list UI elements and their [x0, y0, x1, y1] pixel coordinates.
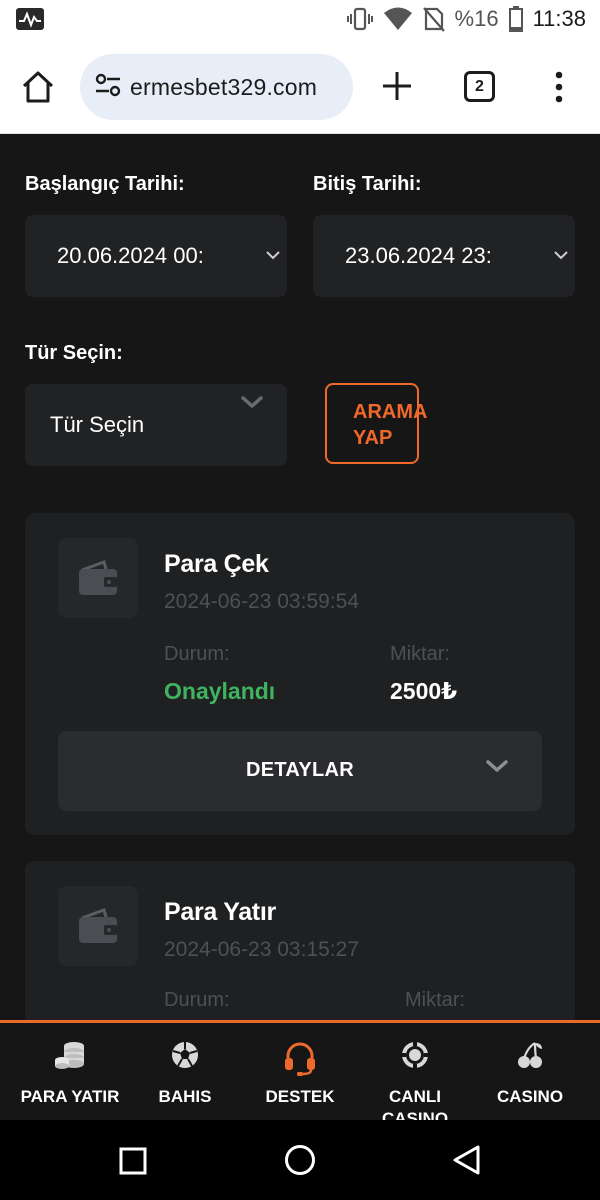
nav-deposit[interactable]: PARA YATIR [10, 1023, 130, 1120]
end-date-label: Bitiş Tarihi: [313, 173, 422, 195]
chevron-down-icon [554, 251, 568, 260]
start-date-value: 20.06.2024 00: [57, 243, 204, 268]
nav-betting[interactable]: BAHIS [125, 1023, 245, 1120]
nav-live-casino[interactable]: CANLI CASINO [355, 1023, 475, 1120]
wallet-icon [58, 886, 138, 966]
search-button-label-line1: ARAMA [353, 401, 428, 423]
type-select[interactable]: Tür Seçin [25, 384, 287, 466]
nav-label: DESTEK [265, 1087, 335, 1106]
clock: 11:38 [532, 6, 586, 31]
transaction-datetime: 2024-06-23 03:59:54 [164, 590, 359, 613]
system-navigation-bar [0, 1120, 600, 1200]
wallet-icon [58, 538, 138, 618]
browser-menu-button[interactable] [552, 70, 566, 109]
transaction-history-page: Başlangıç Tarihi: 20.06.2024 00: Bitiş T… [0, 135, 600, 1020]
tab-switcher-button[interactable]: 2 [464, 71, 495, 102]
wifi-icon [383, 6, 413, 32]
status-bar: %16 11:38 [0, 0, 600, 40]
football-icon [172, 1042, 198, 1068]
activity-icon [16, 8, 44, 35]
cherries-icon [518, 1042, 542, 1068]
home-icon [22, 71, 54, 103]
battery-percent: %16 [454, 6, 499, 31]
chevron-down-icon [266, 251, 280, 260]
start-date-select[interactable]: 20.06.2024 00: [25, 215, 287, 297]
transaction-title: Para Yatır [164, 898, 276, 926]
casino-chip-icon [401, 1041, 429, 1069]
search-button[interactable]: ARAMA YAP [325, 383, 428, 464]
chevron-down-icon [241, 396, 263, 408]
more-vert-icon [555, 71, 563, 103]
end-date-value: 23.06.2024 23: [345, 243, 492, 268]
type-label: Tür Seçin: [25, 342, 123, 364]
status-label: Durum: [164, 643, 230, 665]
home-button[interactable] [20, 69, 56, 110]
status-value: Onaylandı [164, 678, 276, 704]
nav-label: CANLI CASINO [381, 1087, 449, 1120]
back-icon[interactable] [452, 1144, 482, 1176]
start-date-label: Başlangıç Tarihi: [25, 173, 185, 195]
chevron-down-icon [486, 760, 508, 772]
transaction-title: Para Çek [164, 550, 269, 578]
nav-label: PARA YATIR [20, 1087, 120, 1106]
vibrate-icon [346, 6, 373, 32]
search-button-label-line2: YAP [353, 427, 393, 449]
url-text: ermesbet329.com [130, 73, 318, 100]
recents-icon[interactable] [119, 1147, 147, 1175]
amount-label: Miktar: [390, 643, 450, 665]
bottom-navigation: PARA YATIR BAHIS DESTEK CANLI CASINO CAS… [0, 1020, 600, 1120]
no-sim-icon [422, 6, 445, 32]
transaction-datetime: 2024-06-23 03:15:27 [164, 938, 359, 961]
coins-icon [55, 1042, 84, 1069]
battery-icon [508, 6, 523, 32]
plus-icon [383, 72, 411, 100]
browser-toolbar: ermesbet329.com 2 [0, 40, 600, 134]
type-select-value: Tür Seçin [50, 412, 145, 437]
address-bar[interactable]: ermesbet329.com [80, 54, 353, 120]
headset-icon [285, 1042, 315, 1076]
transaction-card: Para Çek 2024-06-23 03:59:54 Durum: Onay… [25, 513, 575, 835]
amount-label: Miktar: [405, 989, 465, 1011]
nav-label: CASINO [496, 1087, 564, 1106]
transaction-card: Para Yatır 2024-06-23 03:15:27 Durum: Mi… [25, 861, 575, 1020]
nav-support[interactable]: DESTEK [240, 1023, 360, 1120]
site-settings-icon[interactable] [94, 72, 122, 103]
nav-label: BAHIS [158, 1087, 212, 1106]
details-button-label: DETAYLAR [246, 759, 354, 781]
amount-value: 2500₺ [390, 678, 458, 704]
end-date-select[interactable]: 23.06.2024 23: [313, 215, 575, 297]
details-button[interactable]: DETAYLAR [58, 731, 542, 811]
new-tab-button[interactable] [380, 69, 414, 108]
nav-casino[interactable]: CASINO [470, 1023, 590, 1120]
home-circle-icon[interactable] [284, 1144, 316, 1176]
status-label: Durum: [164, 989, 230, 1011]
